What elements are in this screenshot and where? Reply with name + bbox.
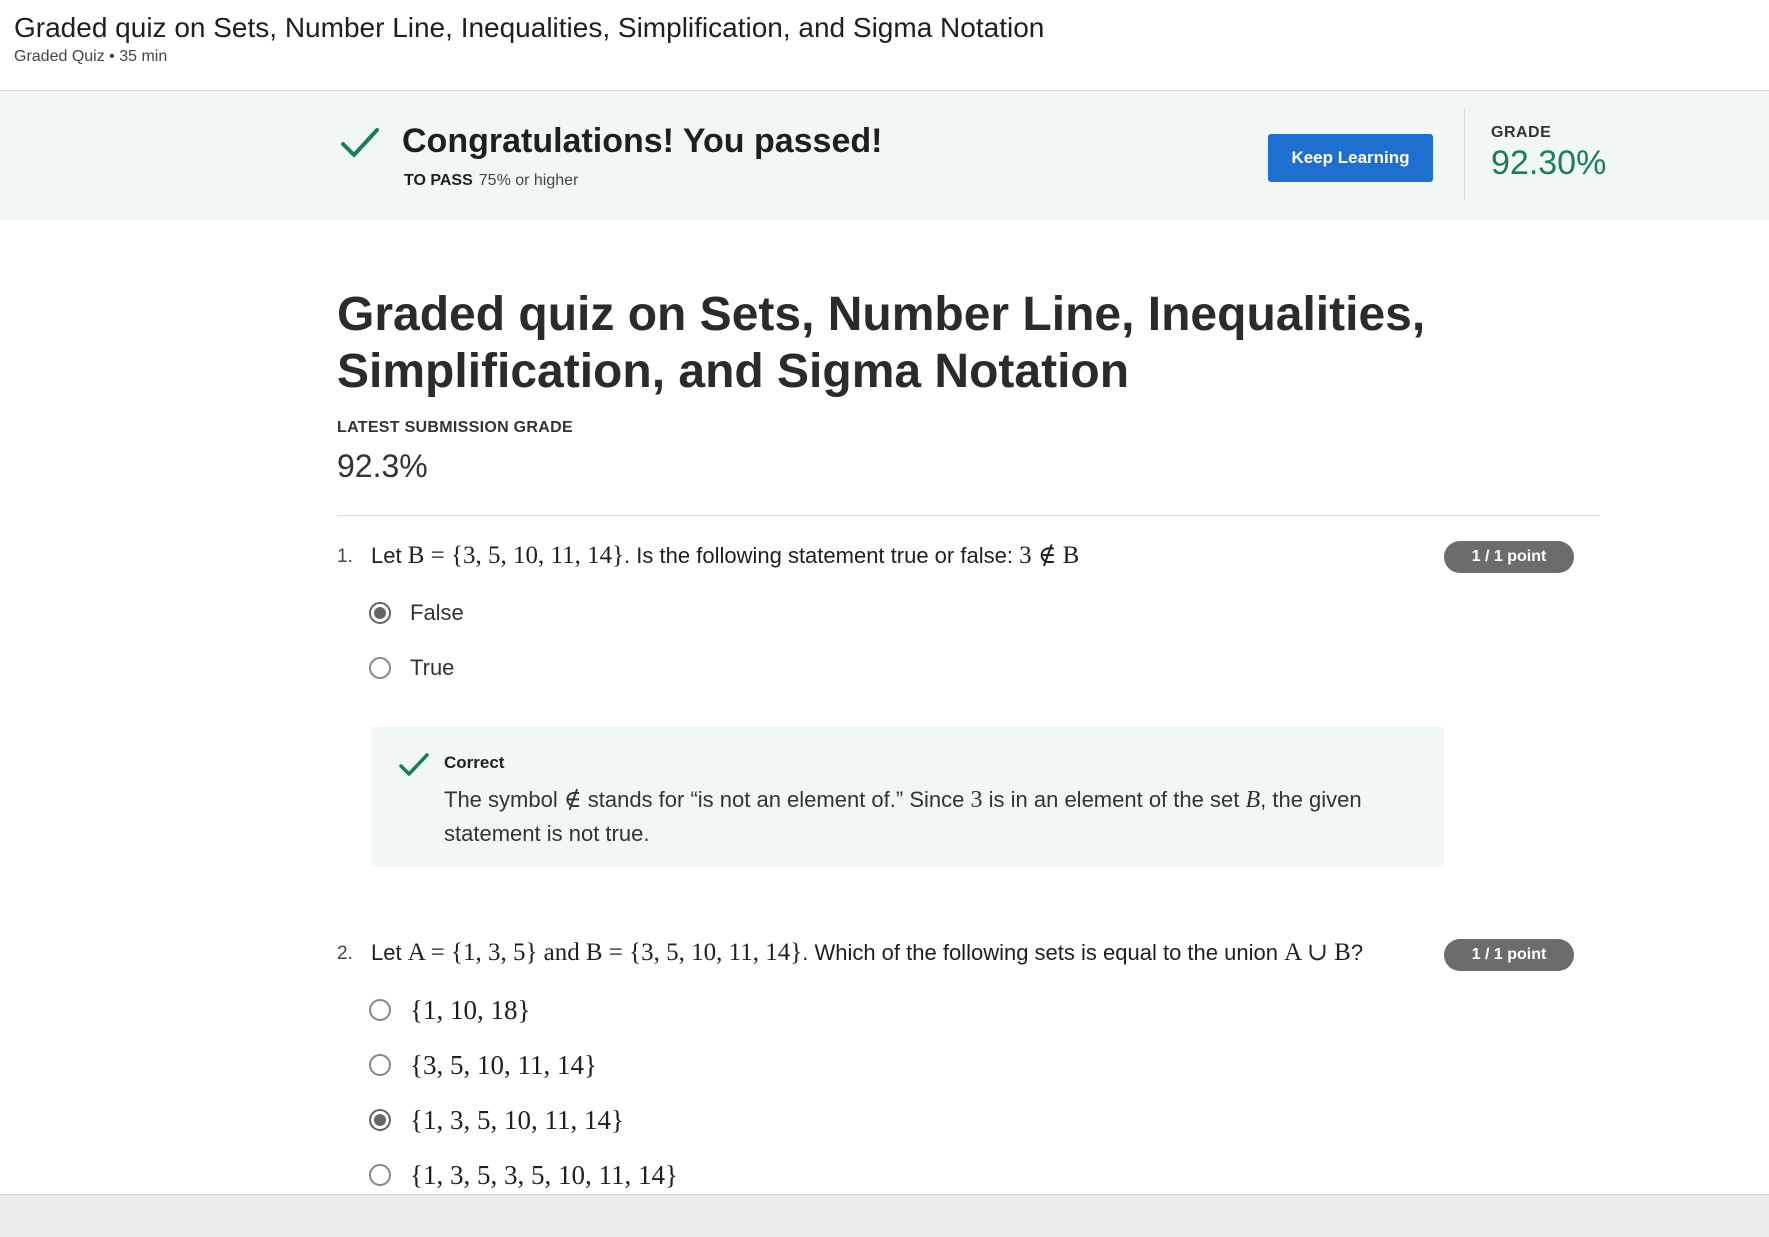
option-label: {3, 5, 10, 11, 14} — [410, 1049, 597, 1080]
radio-selected-icon[interactable] — [369, 1109, 391, 1131]
radio-selected-icon[interactable] — [369, 602, 391, 624]
question-2-option-2[interactable]: {3, 5, 10, 11, 14} — [369, 1047, 597, 1083]
question-2-option-1[interactable]: {1, 10, 18} — [369, 992, 530, 1028]
grade-value: 92.30% — [1491, 144, 1607, 182]
banner-divider — [1464, 108, 1465, 200]
pass-message: Congratulations! You passed! — [402, 122, 883, 160]
question-2-option-4[interactable]: {1, 3, 5, 3, 5, 10, 11, 14} — [369, 1157, 678, 1193]
keep-learning-button[interactable]: Keep Learning — [1268, 134, 1433, 182]
radio-unselected-icon[interactable] — [369, 999, 391, 1021]
radio-unselected-icon[interactable] — [369, 1164, 391, 1186]
option-label: True — [410, 655, 455, 680]
to-pass-value: 75% or higher — [478, 172, 579, 189]
checkmark-icon — [399, 753, 429, 776]
question-2-number: 2. — [337, 943, 353, 964]
question-2-math-union: A ∪ B — [1284, 939, 1351, 966]
divider — [337, 515, 1600, 516]
radio-unselected-icon[interactable] — [369, 657, 391, 679]
grade-label: GRADE — [1491, 124, 1552, 141]
question-1-text: Let B = {3, 5, 10, 11, 14}. Is the follo… — [371, 542, 1080, 569]
question-2-math-set-b: B = {3, 5, 10, 11, 14} — [585, 939, 803, 966]
checkmark-icon — [341, 128, 379, 157]
page-title: Graded quiz on Sets, Number Line, Inequa… — [337, 288, 1426, 398]
bottom-strip — [0, 1194, 1769, 1237]
latest-submission-value: 92.3% — [337, 448, 428, 484]
question-1-number: 1. — [337, 546, 353, 567]
feedback-body: The symbol ∉ stands for “is not an eleme… — [444, 787, 1362, 846]
to-pass-label: TO PASS — [404, 172, 473, 189]
option-label: {1, 3, 5, 3, 5, 10, 11, 14} — [410, 1159, 678, 1190]
header-title: Graded quiz on Sets, Number Line, Inequa… — [14, 12, 1045, 43]
question-1-option-false[interactable]: False — [369, 595, 464, 631]
question-1-feedback: Correct The symbol ∉ stands for “is not … — [371, 727, 1444, 867]
feedback-title: Correct — [444, 753, 505, 772]
radio-unselected-icon[interactable] — [369, 1054, 391, 1076]
question-1-math-set: B = {3, 5, 10, 11, 14} — [407, 542, 625, 569]
option-label: {1, 10, 18} — [410, 994, 531, 1025]
header-subtitle: Graded Quiz • 35 min — [14, 48, 168, 65]
page-header: Graded quiz on Sets, Number Line, Inequa… — [0, 0, 1769, 91]
latest-submission-label: LATEST SUBMISSION GRADE — [337, 419, 573, 436]
question-2-points-badge: 1 / 1 point — [1444, 939, 1574, 971]
option-label: False — [410, 600, 464, 625]
question-2-option-3[interactable]: {1, 3, 5, 10, 11, 14} — [369, 1102, 624, 1138]
option-label: {1, 3, 5, 10, 11, 14} — [410, 1104, 624, 1135]
question-2-text: Let A = {1, 3, 5} and B = {3, 5, 10, 11,… — [371, 939, 1364, 966]
question-1-math-statement: 3 ∉ B — [1019, 542, 1080, 569]
question-1-option-true[interactable]: True — [369, 650, 454, 686]
question-1-points-badge: 1 / 1 point — [1444, 541, 1574, 573]
to-pass-info: TO PASS 75% or higher — [404, 172, 578, 190]
question-2-math-set-a: A = {1, 3, 5} — [407, 939, 538, 966]
